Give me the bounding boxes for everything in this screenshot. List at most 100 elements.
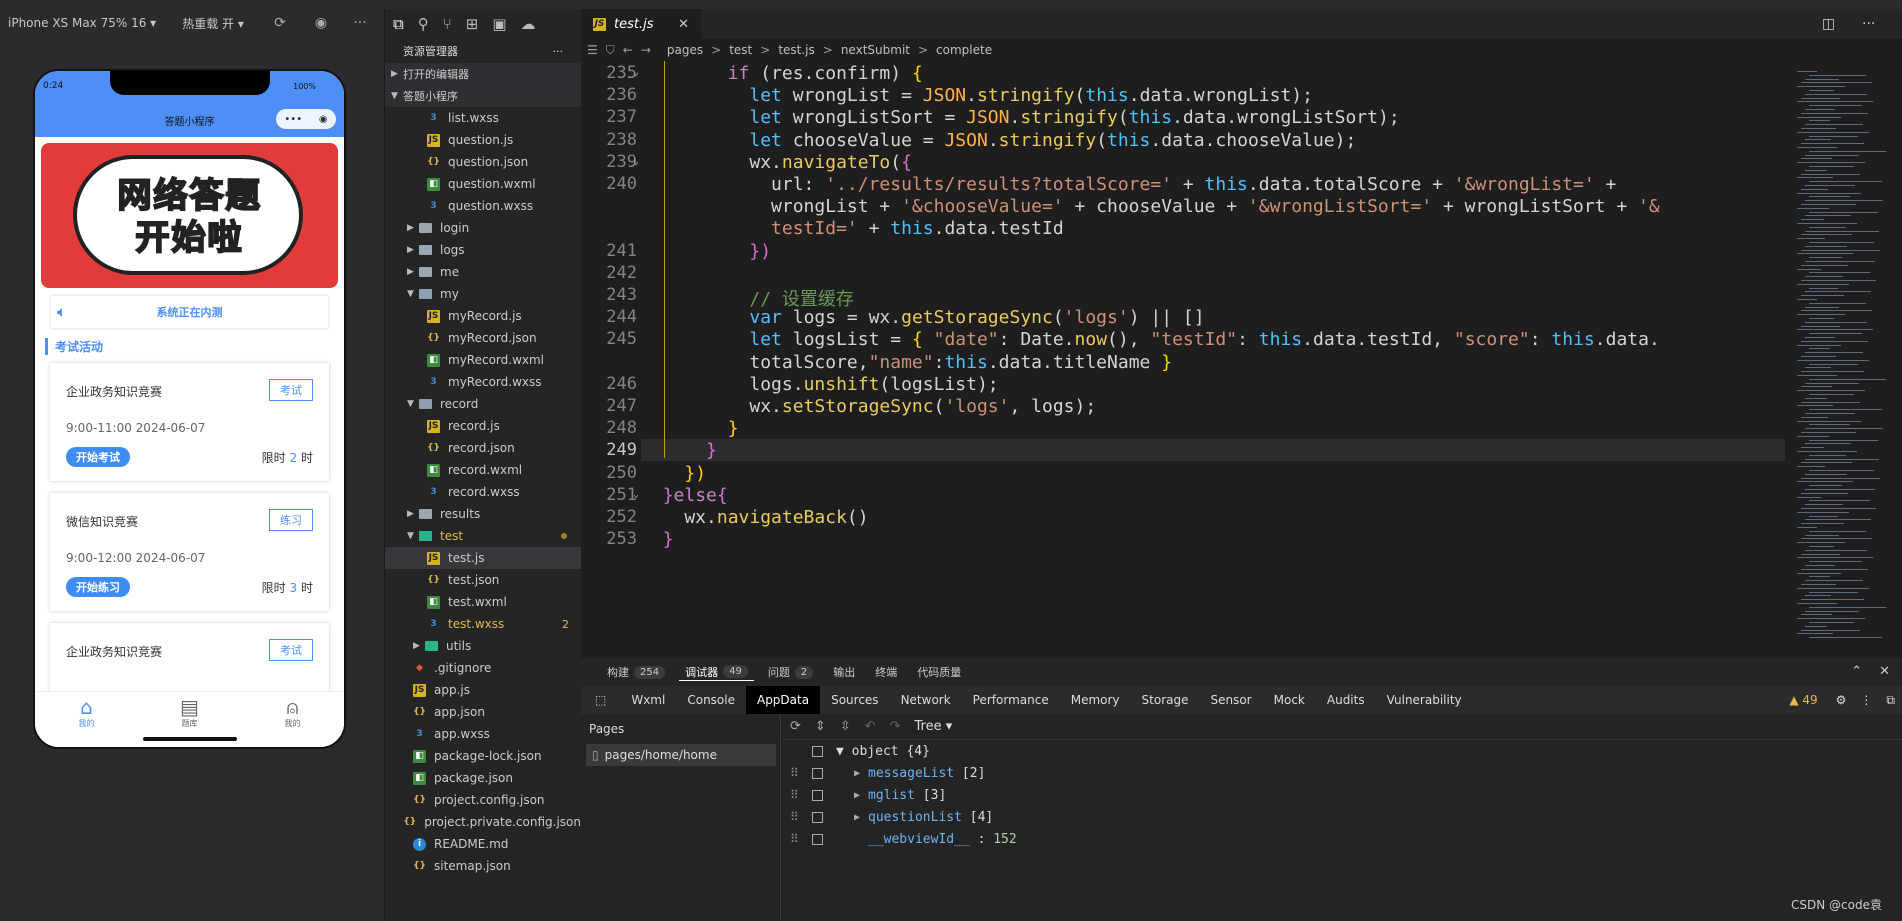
list-icon[interactable]: ☰ [587, 43, 598, 57]
stop-icon[interactable]: ◉ [313, 15, 329, 31]
object-root-row[interactable]: ▼ object {4} [782, 740, 1902, 762]
file-tree-item[interactable]: JS app.js [385, 679, 581, 701]
devtools-tab[interactable]: Console [676, 686, 746, 714]
drag-handle-icon[interactable]: ⠿ [790, 810, 799, 824]
file-tree-item[interactable]: JS record.js [385, 415, 581, 437]
file-tree-item[interactable]: ▶ logs [385, 239, 581, 261]
file-tree-item[interactable]: {} test.json [385, 569, 581, 591]
devtools-tab[interactable]: Audits [1316, 686, 1376, 714]
devtools-tab[interactable]: Mock [1263, 686, 1316, 714]
more-icon[interactable]: ⋮ [1853, 686, 1879, 714]
redo-icon[interactable]: ↷ [890, 719, 901, 734]
device-select[interactable]: iPhone XS Max 75% 16 ▾ [8, 16, 156, 30]
breadcrumb-item[interactable]: test.js [778, 43, 814, 57]
breadcrumb-item[interactable]: complete [936, 43, 992, 57]
hot-reload-toggle[interactable]: 热重载 开 ▾ [182, 15, 244, 32]
file-tree-item[interactable]: ◧ myRecord.wxml [385, 349, 581, 371]
file-tree-item[interactable]: {} sitemap.json [385, 855, 581, 877]
devtools-tab[interactable]: Sources [820, 686, 889, 714]
bookmark-icon[interactable]: ⛉ [606, 43, 615, 58]
file-tree-item[interactable]: i README.md [385, 833, 581, 855]
refresh-icon[interactable]: ⟳ [272, 15, 288, 31]
chevron-icon[interactable]: ▶ [407, 509, 419, 519]
drag-handle-icon[interactable]: ⠿ [790, 832, 799, 846]
banner[interactable]: 网络答题 开始啦 [41, 143, 338, 288]
file-tree-item[interactable]: 3 myRecord.wxss [385, 371, 581, 393]
forward-icon[interactable]: → [641, 43, 651, 57]
file-tree-item[interactable]: ▶ login [385, 217, 581, 239]
panel-tab[interactable]: 构建 254 [601, 664, 671, 680]
expand-icon[interactable]: ⇕ [815, 719, 826, 734]
collapse-all-icon[interactable]: ⇳ [840, 719, 851, 734]
file-tree-item[interactable]: ▶ results [385, 503, 581, 525]
debug-icon[interactable]: ▣ [492, 15, 506, 33]
menu-dots-icon[interactable]: ••• [284, 114, 302, 125]
panel-tab[interactable]: 输出 [827, 664, 861, 680]
breadcrumb-item[interactable]: nextSubmit [841, 43, 910, 57]
devtools-tab[interactable]: Network [890, 686, 962, 714]
dock-icon[interactable]: ⧉ [1879, 686, 1902, 714]
start-button[interactable]: 开始练习 [66, 577, 130, 597]
file-tree-item[interactable]: JS question.js [385, 129, 581, 151]
more-icon[interactable]: ··· [1862, 9, 1902, 39]
tab-home[interactable]: ⌂ 我的 [57, 692, 117, 747]
file-tree-item[interactable]: JS test.js [385, 547, 581, 569]
extensions-icon[interactable]: ⊞ [466, 15, 479, 33]
refresh-icon[interactable]: ⟳ [790, 719, 801, 734]
devtools-tab[interactable]: Storage [1131, 686, 1200, 714]
split-editor-icon[interactable]: ◫ [1822, 9, 1862, 39]
object-property-row[interactable]: ⠿ __webviewId__ : 152 [782, 828, 1902, 850]
fold-chevron-icon[interactable]: ⌄ [633, 489, 639, 500]
file-tree-item[interactable]: {} project.private.config.json [385, 811, 581, 833]
chevron-icon[interactable]: ▶ [407, 223, 419, 233]
checkbox[interactable] [812, 767, 823, 779]
tab-test-js[interactable]: JS test.js ✕ [581, 9, 701, 39]
file-tree-item[interactable]: ▶ me [385, 261, 581, 283]
chevron-icon[interactable]: ▶ [407, 245, 419, 255]
files-icon[interactable]: ⧉ [393, 15, 404, 33]
chevron-icon[interactable]: ▼ [407, 399, 419, 409]
panel-tab[interactable]: 代码质量 [911, 664, 967, 680]
object-property-row[interactable]: ⠿ ▶ mglist [3] [782, 784, 1902, 806]
file-tree-item[interactable]: 3 app.wxss [385, 723, 581, 745]
file-tree-item[interactable]: {} app.json [385, 701, 581, 723]
back-icon[interactable]: ← [623, 43, 633, 57]
undo-icon[interactable]: ↶ [865, 719, 876, 734]
warnings-count[interactable]: ▲ 49 [1778, 686, 1828, 714]
activity-card[interactable]: 微信知识竞赛 练习 9:00-12:00 2024-06-07 开始练习 限时 3… [50, 493, 329, 611]
card-tag[interactable]: 练习 [269, 509, 313, 531]
card-tag[interactable]: 考试 [269, 379, 313, 401]
file-tree-item[interactable]: 3 test.wxss 2 [385, 613, 581, 635]
file-tree-item[interactable]: ◧ record.wxml [385, 459, 581, 481]
gear-icon[interactable]: ⚙ [1829, 686, 1854, 714]
more-icon[interactable]: ··· [553, 45, 564, 58]
panel-tab[interactable]: 终端 [869, 664, 903, 680]
activity-card[interactable]: 企业政务知识竞赛 考试 9:00-11:00 2024-06-07 开始考试 限时… [50, 363, 329, 481]
close-icon[interactable]: ✕ [678, 17, 689, 32]
checkbox[interactable] [812, 811, 823, 823]
file-tree-item[interactable]: ▼ test [385, 525, 581, 547]
file-tree-item[interactable]: ▼ record [385, 393, 581, 415]
checkbox[interactable] [812, 789, 823, 801]
chevron-icon[interactable]: ▼ [407, 531, 419, 541]
panel-tab[interactable]: 调试器 49 [679, 664, 754, 681]
capsule-button[interactable]: ••• ◉ [276, 109, 336, 129]
search-icon[interactable]: ⚲ [418, 15, 429, 33]
file-tree-item[interactable]: JS myRecord.js [385, 305, 581, 327]
tab-mine[interactable]: ⍝ 我的 [263, 692, 323, 747]
file-tree-item[interactable]: {} record.json [385, 437, 581, 459]
more-icon[interactable]: ··· [352, 15, 368, 31]
file-tree-item[interactable]: ▶ utils [385, 635, 581, 657]
file-tree-item[interactable]: 3 record.wxss [385, 481, 581, 503]
file-tree-item[interactable]: {} project.config.json [385, 789, 581, 811]
fold-chevron-icon[interactable]: ⌄ [633, 67, 639, 78]
file-tree-item[interactable]: {} question.json [385, 151, 581, 173]
file-tree-item[interactable]: ▼ my [385, 283, 581, 305]
object-property-row[interactable]: ⠿ ▶ messageList [2] [782, 762, 1902, 784]
panel-tab[interactable]: 问题 2 [762, 664, 819, 680]
project-section[interactable]: ▼ 答题小程序 [385, 85, 581, 107]
file-tree-item[interactable]: {} myRecord.json [385, 327, 581, 349]
page-item[interactable]: ▯ pages/home/home [586, 744, 776, 766]
inspect-icon[interactable]: ⬚ [581, 686, 620, 714]
breadcrumb-item[interactable]: pages [667, 43, 703, 57]
